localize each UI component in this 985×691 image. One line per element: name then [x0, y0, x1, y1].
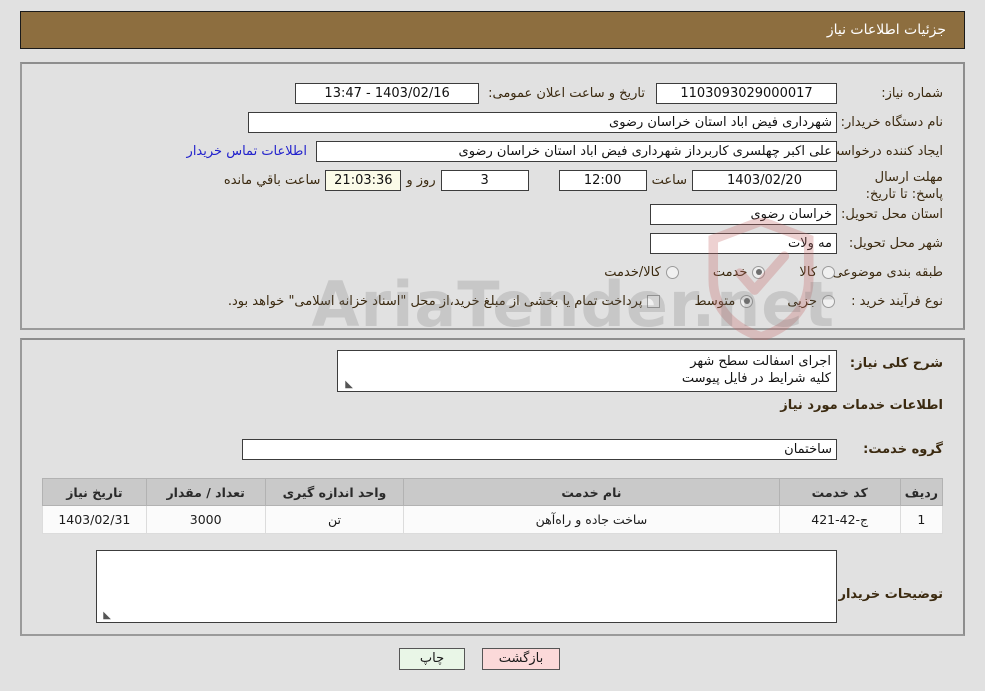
cell-name: ساخت جاده و راه‌آهن	[403, 505, 780, 534]
radio-icon[interactable]	[752, 265, 766, 279]
purchase-option-label: جزیی	[787, 293, 817, 309]
resize-handle-icon[interactable]: ◣	[101, 611, 111, 621]
province-value: خراسان رضوی	[650, 203, 837, 225]
cell-index: 1	[899, 505, 944, 534]
row-service-group: گروه خدمت: ساختمان	[242, 438, 943, 460]
row-buyer-org: نام دستگاه خریدار: شهرداری فیض اباد استا…	[248, 111, 943, 133]
row-deadline-values: 1403/02/20 ساعت 12:00 3 روز و 21:03:36 س…	[219, 169, 837, 191]
page-header: جزئیات اطلاعات نیاز	[20, 11, 965, 49]
row-category: طبقه بندی موضوعی: کالا خدمت کالا/خدمت	[570, 261, 943, 283]
deadline-label: مهلت ارسال پاسخ: تا تاریخ:	[865, 170, 943, 202]
th-date: تاریخ نیاز	[42, 478, 147, 506]
cell-date: 1403/02/31	[42, 505, 147, 534]
th-unit: واحد اندازه گیری	[264, 478, 405, 506]
deadline-days: 3	[440, 169, 529, 191]
purchase-option-label: متوسط	[694, 293, 736, 309]
city-value: مه ولات	[650, 232, 837, 254]
category-radio-group: کالا خدمت کالا/خدمت	[570, 265, 835, 280]
checkbox-icon[interactable]	[647, 294, 661, 308]
public-announce-value: 1403/02/16 - 13:47	[295, 82, 480, 104]
public-announce-label: تاریخ و ساعت اعلان عمومی:	[488, 85, 645, 101]
purchase-option-jozii[interactable]: جزیی	[787, 294, 835, 309]
row-public-announce: تاریخ و ساعت اعلان عمومی: 1403/02/16 - 1…	[295, 82, 645, 104]
services-table: ردیف کد خدمت نام خدمت واحد اندازه گیری ت…	[42, 478, 944, 534]
category-option-label: خدمت	[712, 264, 748, 280]
deadline-time: 12:00	[558, 169, 647, 191]
deadline-countdown-suffix: ساعت باقي مانده	[223, 172, 321, 188]
service-group-value: ساختمان	[242, 438, 837, 460]
th-code: کد خدمت	[778, 478, 901, 506]
page-root: جزئیات اطلاعات نیاز شماره نیاز: 11030930…	[0, 0, 985, 691]
row-deadline: مهلت ارسال پاسخ: تا تاریخ:	[847, 169, 943, 203]
row-province: استان محل تحویل: خراسان رضوی	[650, 203, 943, 225]
category-option-kala[interactable]: کالا	[799, 265, 835, 280]
purchase-option-motevaset[interactable]: متوسط	[694, 293, 754, 309]
row-creator: ایجاد کننده درخواست: علی اکبر چهلسری کار…	[187, 140, 943, 162]
row-city: شهر محل تحویل: مه ولات	[650, 232, 943, 254]
row-general-desc: شرح کلی نیاز:	[847, 352, 943, 374]
general-desc-textarea[interactable]: اجرای اسفالت سطح شهر کلیه شرایط در فایل …	[337, 350, 837, 392]
deadline-countdown: 21:03:36	[325, 169, 402, 191]
category-label: طبقه بندی موضوعی:	[827, 264, 943, 280]
service-group-label: گروه خدمت:	[863, 441, 943, 457]
page-title: جزئیات اطلاعات نیاز	[826, 22, 946, 38]
buyer-org-value: شهرداری فیض اباد استان خراسان رضوی	[248, 111, 837, 133]
creator-label: ایجاد کننده درخواست:	[823, 143, 943, 159]
table-row: 1 ج-42-421 ساخت جاده و راه‌آهن تن 3000 1…	[42, 505, 944, 534]
cell-code: ج-42-421	[778, 505, 901, 534]
buyer-notes-textarea[interactable]	[96, 550, 837, 623]
province-label: استان محل تحویل:	[841, 206, 943, 222]
th-index: ردیف	[899, 478, 944, 506]
treasury-bond-label: پرداخت تمام یا بخشی از مبلغ خرید،از محل …	[227, 293, 643, 309]
buyer-org-label: نام دستگاه خریدار:	[840, 114, 943, 130]
deadline-days-suffix: روز و	[406, 172, 436, 188]
th-name: نام خدمت	[403, 478, 780, 506]
radio-icon[interactable]	[822, 265, 835, 279]
buyer-contact-link[interactable]: اطلاعات تماس خریدار	[187, 144, 307, 159]
th-qty: تعداد / مقدار	[145, 478, 266, 506]
category-option-khedmat[interactable]: خدمت	[713, 265, 766, 280]
purchase-type-radio-group: جزیی متوسط پرداخت تمام یا بخشی از مبلغ خ…	[228, 294, 835, 309]
category-option-kala-khedmat[interactable]: کالا/خدمت	[604, 265, 679, 280]
print-button[interactable]: چاپ	[399, 648, 465, 670]
radio-icon[interactable]	[740, 294, 754, 308]
resize-handle-icon[interactable]: ◣	[343, 380, 353, 390]
row-need-number: شماره نیاز: 1103093029000017	[656, 82, 943, 104]
creator-value: علی اکبر چهلسری کاربرداز شهرداری فیض ابا…	[316, 140, 837, 162]
buyer-notes-label: توضیحات خریدار:	[833, 586, 943, 602]
cell-qty: 3000	[145, 505, 266, 534]
services-heading: اطلاعات خدمات مورد نیاز	[780, 398, 943, 413]
category-option-label: کالا	[799, 264, 817, 280]
need-number-value: 1103093029000017	[656, 82, 837, 104]
table-header-row: ردیف کد خدمت نام خدمت واحد اندازه گیری ت…	[42, 478, 944, 506]
cell-unit: تن	[264, 505, 405, 534]
purchase-type-label: نوع فرآیند خرید :	[851, 293, 943, 309]
radio-icon[interactable]	[665, 265, 679, 279]
back-button[interactable]: بازگشت	[482, 648, 560, 670]
row-buyer-notes: توضیحات خریدار:	[833, 583, 943, 605]
treasury-bond-checkbox-wrap[interactable]: پرداخت تمام یا بخشی از مبلغ خرید،از محل …	[228, 294, 661, 309]
category-option-label: کالا/خدمت	[604, 264, 661, 280]
city-label: شهر محل تحویل:	[848, 235, 943, 251]
deadline-date: 1403/02/20	[692, 169, 837, 191]
need-number-label: شماره نیاز:	[881, 85, 943, 101]
radio-icon[interactable]	[822, 294, 835, 308]
general-desc-label: شرح کلی نیاز:	[849, 355, 943, 371]
deadline-time-label: ساعت	[651, 172, 687, 188]
row-purchase-type: نوع فرآیند خرید : جزیی متوسط پرداخت تمام…	[228, 290, 943, 312]
